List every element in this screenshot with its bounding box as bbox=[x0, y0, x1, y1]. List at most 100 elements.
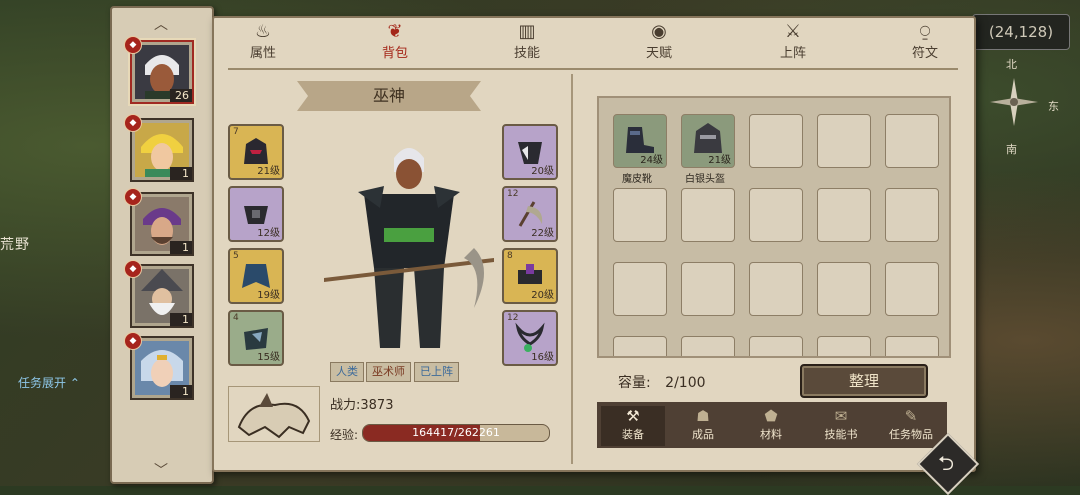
task-expand-toggle[interactable]: 任务展开 ⌃ bbox=[18, 374, 80, 391]
quest-scroll-icon: ✎ bbox=[904, 407, 918, 425]
inventory-cell[interactable] bbox=[817, 188, 871, 242]
faction-crest-icon: ◆ bbox=[124, 114, 142, 132]
exp-label: 经验: bbox=[330, 428, 359, 442]
scroll-down-icon[interactable]: ﹀ bbox=[154, 460, 168, 480]
inventory-cell[interactable] bbox=[885, 114, 939, 168]
tab-divider bbox=[228, 68, 958, 70]
tab-label: 上阵 bbox=[779, 46, 806, 61]
slot-level: 16级 bbox=[531, 352, 554, 363]
category-label: 成品 bbox=[692, 428, 714, 441]
coordinate-readout: (24,128) bbox=[972, 14, 1070, 50]
scroll-icon: ✉ bbox=[834, 407, 848, 425]
inventory-cell[interactable] bbox=[885, 188, 939, 242]
slot-level: 21级 bbox=[257, 166, 280, 177]
category-quest-items[interactable]: ✎ 任务物品 bbox=[879, 406, 943, 446]
equip-slot-belt[interactable]: 8 20级 bbox=[502, 248, 558, 304]
category-skill-books[interactable]: ✉ 技能书 bbox=[809, 406, 873, 446]
category-label: 装备 bbox=[622, 428, 644, 441]
equip-slot-accessory[interactable]: 12 16级 bbox=[502, 310, 558, 366]
capacity-label: 容量: bbox=[618, 375, 651, 391]
bag-icon: ❦ bbox=[387, 21, 403, 42]
rune-icon: ⍜ bbox=[919, 21, 931, 42]
sort-button[interactable]: 整理 bbox=[800, 364, 928, 398]
slot-level: 12级 bbox=[257, 228, 280, 239]
inventory-cell[interactable] bbox=[817, 262, 871, 316]
inventory-cell[interactable] bbox=[749, 336, 803, 356]
inventory-cell[interactable] bbox=[613, 262, 667, 316]
inventory-cell[interactable] bbox=[613, 336, 667, 356]
inventory-cell[interactable] bbox=[749, 262, 803, 316]
region-label: 荒野 bbox=[0, 237, 30, 253]
category-label: 技能书 bbox=[824, 428, 858, 441]
capacity-value: 2/100 bbox=[665, 375, 706, 391]
slot-level: 20级 bbox=[531, 290, 554, 301]
category-products[interactable]: ☗ 成品 bbox=[671, 406, 735, 446]
inventory-cell[interactable] bbox=[885, 262, 939, 316]
return-arrow-icon: ⮌ bbox=[937, 451, 955, 475]
hero-portrait[interactable]: ◆ 26 bbox=[124, 36, 194, 104]
pet-slot[interactable] bbox=[228, 386, 320, 442]
equip-slot-helmet[interactable]: 7 21级 bbox=[228, 124, 284, 180]
hero-character-model bbox=[324, 148, 494, 348]
inventory-cell[interactable] bbox=[681, 336, 735, 356]
hero-list-sidebar: ︿ ◆ 26 ◆ 1 ◆ 1 ◆ 1 ◆ 1 ﹀ bbox=[110, 6, 214, 484]
hero-portrait[interactable]: ◆ 1 bbox=[124, 332, 194, 400]
faction-crest-icon: ◆ bbox=[124, 332, 142, 350]
tab-label: 天赋 bbox=[645, 46, 672, 61]
combat-power: 战力:3873 bbox=[330, 398, 394, 413]
hero-level: 1 bbox=[170, 385, 192, 398]
equip-slot-weapon[interactable]: 20级 bbox=[502, 124, 558, 180]
slot-count: 8 bbox=[507, 251, 513, 261]
inventory-cell[interactable]: 21级 bbox=[681, 114, 735, 168]
equip-slot-offhand[interactable]: 12 22级 bbox=[502, 186, 558, 242]
tab-deploy[interactable]: ⚔ 上阵 bbox=[758, 22, 828, 64]
inventory-cell[interactable] bbox=[817, 114, 871, 168]
category-materials[interactable]: ⬟ 材料 bbox=[739, 406, 803, 446]
hero-level: 1 bbox=[170, 167, 192, 180]
slot-level: 15级 bbox=[257, 352, 280, 363]
hero-level: 1 bbox=[170, 313, 192, 326]
category-equipment[interactable]: ⚒ 装备 bbox=[601, 406, 665, 446]
equip-slot-chest[interactable]: 12级 bbox=[228, 186, 284, 242]
slot-level: 22级 bbox=[531, 228, 554, 239]
faction-crest-icon: ◆ bbox=[124, 36, 142, 54]
tab-backpack[interactable]: ❦ 背包 bbox=[360, 22, 430, 64]
inventory-cell[interactable] bbox=[613, 188, 667, 242]
hero-detail-panel: ♨ 属性 ❦ 背包 ▥ 技能 ◉ 天赋 ⚔ 上阵 ⍜ 符文 巫神 7 21级 1… bbox=[212, 16, 976, 472]
hero-name-banner: 巫神 bbox=[297, 81, 481, 111]
inventory-cell[interactable] bbox=[681, 262, 735, 316]
equip-slot-cloak[interactable]: 5 19级 bbox=[228, 248, 284, 304]
inventory-cell[interactable] bbox=[817, 336, 871, 356]
hero-level: 26 bbox=[170, 89, 192, 102]
slot-count: 7 bbox=[233, 127, 239, 137]
inventory-cell[interactable] bbox=[681, 188, 735, 242]
sack-icon: ☗ bbox=[696, 407, 710, 425]
tab-label: 背包 bbox=[381, 46, 408, 61]
category-label: 材料 bbox=[760, 428, 782, 441]
hero-portrait[interactable]: ◆ 1 bbox=[124, 188, 194, 256]
hammer-icon: ⚒ bbox=[626, 407, 640, 425]
inventory-cell[interactable] bbox=[749, 188, 803, 242]
class-tag: 巫术师 bbox=[366, 362, 411, 382]
tab-talent[interactable]: ◉ 天赋 bbox=[624, 22, 694, 64]
tab-label: 技能 bbox=[513, 46, 540, 61]
equip-slot-gloves[interactable]: 4 15级 bbox=[228, 310, 284, 366]
scroll-up-icon[interactable]: ︿ bbox=[154, 14, 168, 34]
tab-runes[interactable]: ⍜ 符文 bbox=[890, 22, 960, 64]
hero-portrait[interactable]: ◆ 1 bbox=[124, 260, 194, 328]
ore-icon: ⬟ bbox=[764, 407, 778, 425]
hero-level: 1 bbox=[170, 241, 192, 254]
inventory-cell[interactable] bbox=[885, 336, 939, 356]
tab-attributes[interactable]: ♨ 属性 bbox=[228, 22, 298, 64]
race-tag: 人类 bbox=[330, 362, 364, 382]
slot-level: 19级 bbox=[257, 290, 280, 301]
pet-beast-icon bbox=[237, 393, 311, 439]
compass-east: 东 bbox=[1048, 100, 1059, 113]
slot-count: 5 bbox=[233, 251, 239, 261]
inventory-cell[interactable]: 24级 bbox=[613, 114, 667, 168]
tab-skills[interactable]: ▥ 技能 bbox=[492, 22, 562, 64]
eye-icon: ◉ bbox=[651, 21, 667, 42]
inventory-cell[interactable] bbox=[749, 114, 803, 168]
inventory-grid: 魔皮靴 24级 白银头盔 21级 bbox=[597, 96, 951, 358]
hero-portrait[interactable]: ◆ 1 bbox=[124, 114, 194, 182]
